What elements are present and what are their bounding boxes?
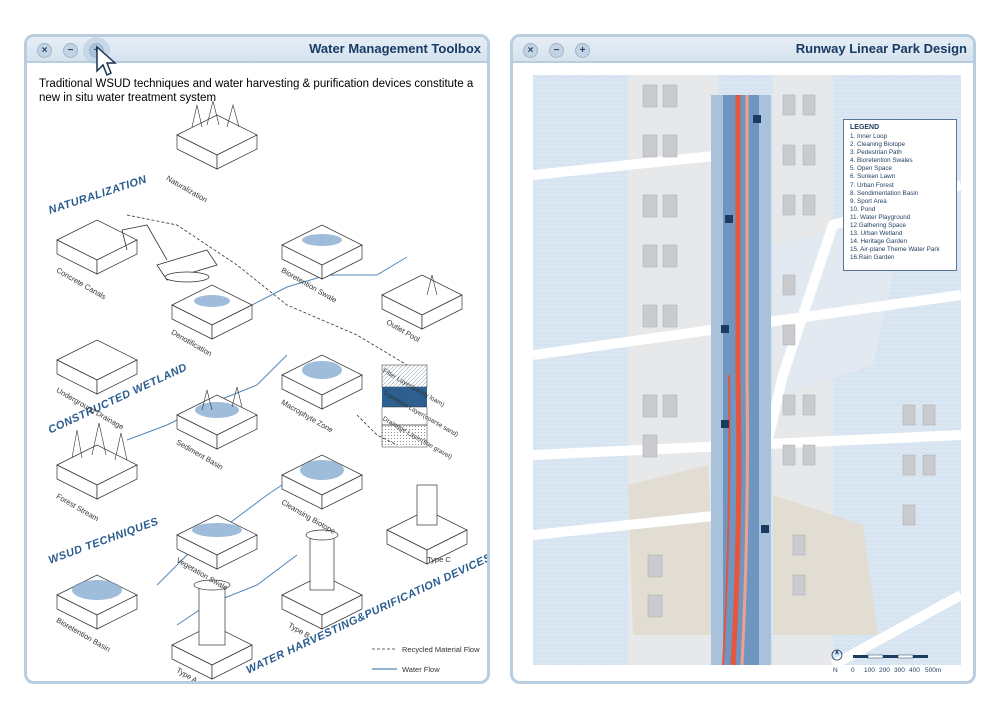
scale-label-400: 400	[909, 667, 920, 674]
minimize-button[interactable]: −	[549, 43, 564, 58]
scale-label-200: 200	[879, 667, 890, 674]
water-flow-lines	[126, 256, 408, 626]
map-legend: LEGEND 1. Inner Loop 2. Cleaning Biotope…	[843, 119, 957, 271]
legend-item: 1. Inner Loop	[850, 133, 888, 140]
close-button[interactable]: ×	[523, 43, 538, 58]
legend-item: 10. Pond	[850, 205, 876, 213]
scale-label-100: 100	[864, 667, 875, 674]
legend-title: LEGEND	[850, 124, 880, 131]
legend-item: 5. Open Space	[850, 165, 893, 173]
legend-item: 2. Cleaning Biotope	[850, 141, 905, 149]
toolbox-diagram: NATURALIZATION CONSTRUCTED WETLAND WSUD …	[27, 65, 487, 681]
scale-label-0: 0	[851, 667, 855, 674]
legend-item: 13. Urban Wetland	[850, 230, 903, 238]
scale-label-500: 500m	[925, 667, 942, 674]
legend-recycled-label: Recycled Material Flow	[402, 645, 480, 654]
legend-item: 16.Rain Garden	[850, 254, 895, 262]
window-title: Runway Linear Park Design	[795, 41, 967, 56]
north-label: N	[833, 667, 838, 674]
legend-water-label: Water Flow	[402, 665, 440, 674]
legend-item: 8. Sendimentation Basin	[850, 189, 919, 197]
label-type-c: Type C	[427, 555, 451, 564]
runway-park-window[interactable]: × − + Runway Linear Park Design LEGEND 1…	[510, 34, 976, 684]
legend-item: 3. Pedestrian Path	[850, 149, 902, 157]
legend-item: 11. Water Playground	[850, 213, 911, 221]
legend-item: 4. Bioretention Swales	[850, 157, 913, 165]
legend-item: 6. Sunken Lawn	[850, 173, 896, 181]
site-plan-map: LEGEND 1. Inner Loop 2. Cleaning Biotope…	[532, 75, 964, 675]
window-title: Water Management Toolbox	[309, 41, 481, 56]
recycled-flow-lines	[126, 214, 408, 446]
legend-item: 15. Air-plane Theme Water Park	[850, 246, 940, 254]
legend-item: 12.Gathering Space	[850, 222, 907, 230]
scale-bar	[853, 654, 928, 659]
legend-item: 14. Heritage Garden	[850, 238, 908, 246]
legend-item: 7. Urban Forest	[850, 181, 894, 189]
close-button[interactable]: ×	[37, 43, 52, 58]
minimize-button[interactable]: −	[63, 43, 78, 58]
window-titlebar[interactable]: × − + Runway Linear Park Design	[513, 37, 973, 63]
legend-item: 9. Sport Area	[850, 197, 887, 205]
water-management-window[interactable]: × − + Water Management Toolbox Tradition…	[24, 34, 490, 684]
maximize-button[interactable]: +	[575, 43, 590, 58]
scale-label-300: 300	[894, 667, 905, 674]
